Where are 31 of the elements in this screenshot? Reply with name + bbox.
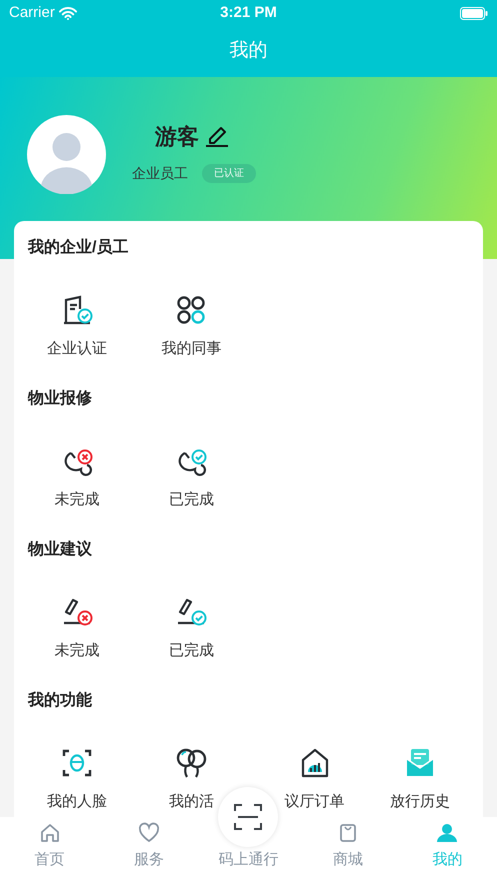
- menu-item-label[interactable]: 我的活: [168, 791, 214, 814]
- status-time: 3:21 PM: [220, 2, 277, 23]
- pen-check-icon[interactable]: [175, 596, 208, 628]
- section-title: 物业建议: [28, 539, 92, 560]
- user-role: 企业员工: [132, 164, 188, 183]
- carrier-label: Carrier: [9, 2, 55, 23]
- menu-item-label[interactable]: 议厅订单: [284, 791, 345, 814]
- menu-item-label[interactable]: 我的同事: [161, 338, 222, 360]
- menu-item-label[interactable]: 我的人脸: [47, 791, 108, 814]
- scan-icon: [233, 803, 263, 831]
- menu-item-label[interactable]: 已完成: [168, 640, 214, 662]
- menu-item-label[interactable]: 企业认证: [47, 338, 108, 360]
- balloons-icon[interactable]: [175, 747, 208, 779]
- menu-item-label[interactable]: 已完成: [168, 489, 214, 512]
- menu-item-label[interactable]: 放行历史: [390, 791, 450, 814]
- battery-icon: [460, 6, 488, 20]
- page-title: 我的: [230, 39, 268, 64]
- user-name: 游客: [155, 123, 199, 151]
- menu-item-label[interactable]: 未完成: [54, 489, 100, 512]
- heart-icon: [137, 820, 162, 844]
- pen-cross-icon[interactable]: [61, 596, 94, 628]
- menu-item-label[interactable]: 未完成: [54, 640, 100, 662]
- edit-icon[interactable]: [205, 126, 229, 148]
- section-title: 我的功能: [28, 690, 92, 711]
- circles-icon[interactable]: [175, 294, 208, 326]
- section-title: 我的企业/员工: [28, 238, 128, 258]
- section-title: 物业报修: [28, 388, 92, 409]
- building-check-icon[interactable]: [61, 294, 94, 326]
- wifi-icon: [58, 6, 77, 20]
- verified-badge: 已认证: [202, 164, 256, 183]
- face-scan-icon[interactable]: [61, 747, 94, 779]
